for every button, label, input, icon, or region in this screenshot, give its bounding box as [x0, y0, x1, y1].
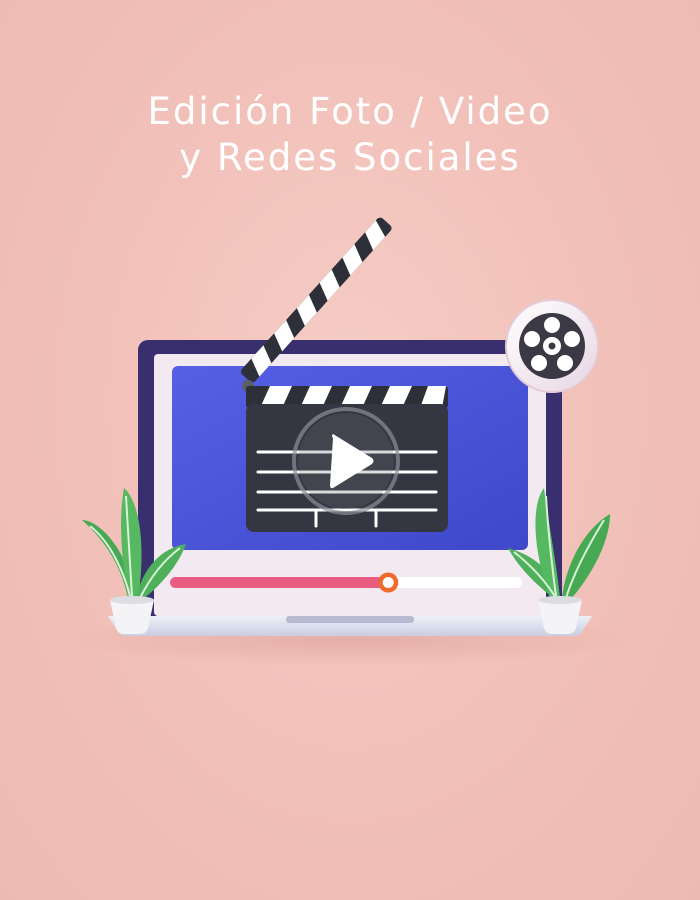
- film-reel-icon: [505, 299, 599, 393]
- hero-canvas: Edición Foto / Video y Redes Sociales: [0, 0, 700, 900]
- progress-knob-center: [382, 577, 394, 588]
- laptop-notch: [286, 616, 414, 623]
- video-editing-illustration: [60, 217, 640, 666]
- progress-fill: [170, 577, 389, 588]
